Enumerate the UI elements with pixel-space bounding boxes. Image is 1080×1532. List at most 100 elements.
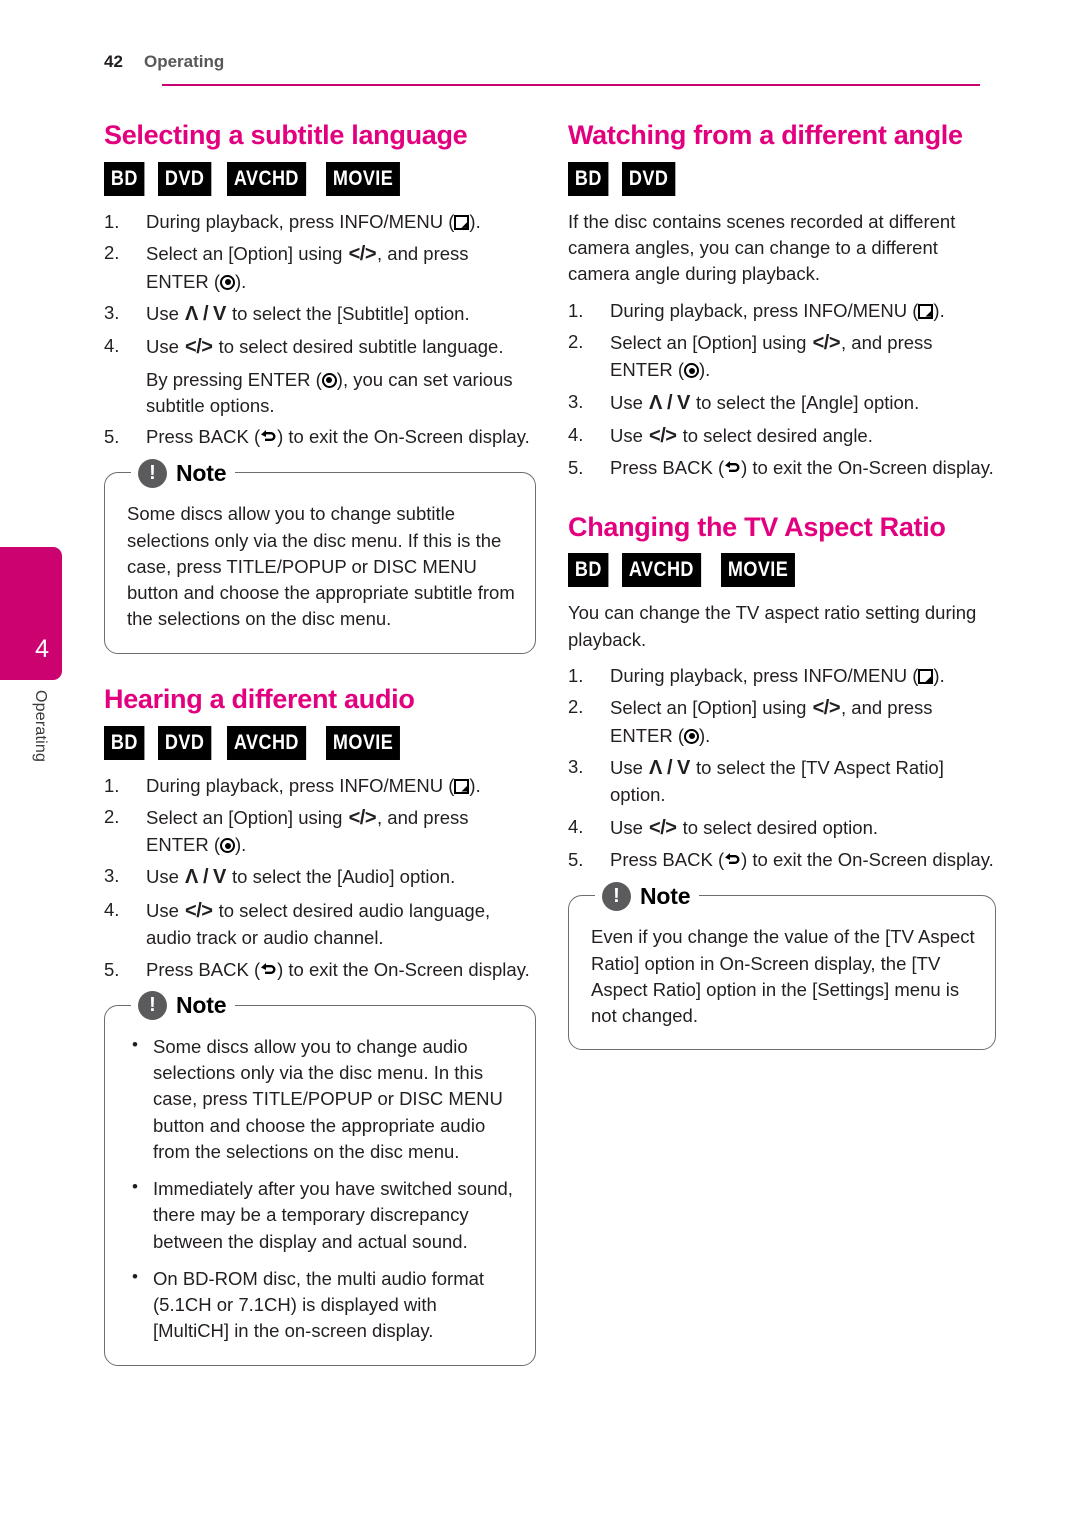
note-bullet-item: Immediately after you have switched soun… xyxy=(127,1175,515,1255)
note-box: ! Note Some discs allow you to change subt… xyxy=(104,456,536,654)
exclamation-icon: ! xyxy=(138,991,167,1021)
step-marker: 3. xyxy=(104,301,120,323)
info-menu-icon xyxy=(918,303,934,319)
up-down-arrows-icon: Λ / V xyxy=(649,756,690,779)
media-badge-row: BD AVCHD MOVIE xyxy=(568,553,996,588)
media-badge-movie: MOVIE xyxy=(325,725,400,760)
left-right-arrows-icon: </> xyxy=(649,424,677,447)
content-section: Selecting a subtitle language BD DVD AVCHD M… xyxy=(104,120,536,654)
media-badge-dvd: DVD xyxy=(158,161,212,196)
step-marker: 3. xyxy=(568,755,584,777)
chapter-side-label-text: Operating xyxy=(32,690,49,763)
step-item: 3. Use Λ / V to select the [Subtitle] opt… xyxy=(104,301,470,325)
step-marker: 2. xyxy=(568,330,584,352)
step-item: 3. Use Λ / V to select the [TV Aspect Rat… xyxy=(568,755,944,806)
step-item: 1. During playback, press INFO/MENU (). xyxy=(568,298,996,324)
left-right-arrows-icon: </> xyxy=(812,331,841,354)
content-section: Watching from a different angle BD DVD If t… xyxy=(568,120,996,482)
step-item: 1. During playback, press INFO/MENU (). xyxy=(104,773,536,799)
info-menu-icon xyxy=(454,778,470,794)
step-item: 4. Use </> to select desired subtitle lan… xyxy=(104,333,536,419)
media-badge-movie: MOVIE xyxy=(325,161,400,196)
step-item: 3. Use Λ / V to select the [Audio] option… xyxy=(104,865,456,889)
chapter-side-tab: 4 xyxy=(0,547,62,680)
note-title: Note xyxy=(176,992,227,1019)
media-badge-dvd: DVD xyxy=(158,725,212,760)
step-marker: 4. xyxy=(568,423,584,445)
left-column: Selecting a subtitle language BD DVD AVCHD M… xyxy=(104,120,536,1366)
content-section: Changing the TV Aspect Ratio BD AVCHD MOVIE… xyxy=(568,512,996,1051)
info-menu-icon xyxy=(454,214,470,230)
section-title: Hearing a different audio xyxy=(104,683,415,714)
media-badge-row: BD DVD xyxy=(568,161,996,196)
step-item: 4. Use </> to select desired option. xyxy=(568,815,879,839)
media-badge-avchd: AVCHD xyxy=(622,553,702,588)
step-item: 2. Select an [Option] using </>, and pres… xyxy=(104,242,469,292)
media-badge-row: BD DVD AVCHD MOVIE xyxy=(104,161,536,196)
media-badge-bd: BD xyxy=(104,161,145,196)
left-right-arrows-icon: </> xyxy=(185,899,213,922)
step-item: 2. Select an [Option] using </>, and pres… xyxy=(568,330,933,381)
note-box: ! Note Even if you change the value of the… xyxy=(568,879,996,1051)
chapter-side-label: Operating xyxy=(0,690,62,767)
enter-icon xyxy=(220,838,235,854)
step-marker: 4. xyxy=(104,898,120,920)
section-title: Watching from a different angle xyxy=(568,120,963,150)
step-list: 1. During playback, press INFO/MENU (). 2.… xyxy=(104,773,536,983)
step-marker: 3. xyxy=(568,390,584,412)
enter-icon xyxy=(321,372,337,388)
media-badge-row: BD DVD AVCHD MOVIE xyxy=(104,725,536,760)
step-item: 4. Use </> to select desired audio langua… xyxy=(104,898,491,949)
step-marker: 2. xyxy=(104,805,120,827)
chapter-number: 4 xyxy=(35,635,49,663)
step-item: 5. Press BACK () to exit the On-Screen di… xyxy=(104,957,536,983)
step-marker: 1. xyxy=(104,210,120,232)
up-down-arrows-icon: Λ / V xyxy=(649,391,690,414)
step-marker: 3. xyxy=(104,865,120,887)
left-right-arrows-icon: </> xyxy=(348,806,377,829)
enter-icon xyxy=(684,363,699,379)
step-marker: 4. xyxy=(568,815,584,837)
page-header: 42 Operating xyxy=(104,52,980,72)
note-box: ! Note Some discs allow you to change audi… xyxy=(104,988,536,1366)
step-marker: 1. xyxy=(568,299,584,321)
step-subtext: By pressing ENTER (), you can set variou… xyxy=(146,368,513,416)
back-icon xyxy=(724,852,741,868)
enter-icon xyxy=(684,728,699,744)
step-list: 1. During playback, press INFO/MENU (). 2.… xyxy=(568,298,996,482)
media-badge-bd: BD xyxy=(568,161,609,196)
page-number: 42 xyxy=(104,52,123,71)
back-icon xyxy=(260,430,277,445)
page-chapter-name: Operating xyxy=(144,52,225,71)
note-bullet-list: Some discs allow you to change audio sel… xyxy=(127,1033,515,1345)
section-title: Changing the TV Aspect Ratio xyxy=(568,511,946,542)
step-marker: 2. xyxy=(568,696,584,718)
step-item: 5. Press BACK () to exit the On-Screen di… xyxy=(568,847,996,873)
enter-icon xyxy=(220,274,235,290)
media-badge-bd: BD xyxy=(104,725,145,760)
step-marker: 2. xyxy=(104,242,120,264)
note-header: ! Note xyxy=(131,988,236,1023)
step-list: 1. During playback, press INFO/MENU (). 2.… xyxy=(568,663,996,873)
left-right-arrows-icon: </> xyxy=(649,816,677,839)
exclamation-icon: ! xyxy=(138,458,167,488)
step-item: 5. Press BACK () to exit the On-Screen di… xyxy=(568,455,996,481)
step-marker: 1. xyxy=(104,774,120,796)
step-list: 1. During playback, press INFO/MENU (). 2.… xyxy=(104,209,536,451)
step-item: 1. During playback, press INFO/MENU (). xyxy=(104,209,536,235)
note-bullet-item: Some discs allow you to change audio sel… xyxy=(127,1033,515,1165)
step-marker: 5. xyxy=(104,426,120,448)
back-icon xyxy=(724,461,741,476)
content-section: Hearing a different audio BD DVD AVCHD MOVIE… xyxy=(104,684,536,1366)
media-badge-dvd: DVD xyxy=(622,161,676,196)
note-header: ! Note xyxy=(595,879,700,914)
media-badge-movie: MOVIE xyxy=(720,553,796,588)
step-item: 1. During playback, press INFO/MENU (). xyxy=(568,663,996,689)
header-rule xyxy=(162,84,980,86)
info-menu-icon xyxy=(918,669,934,685)
left-right-arrows-icon: </> xyxy=(185,336,213,359)
step-marker: 4. xyxy=(104,335,120,357)
step-marker: 5. xyxy=(568,848,584,870)
media-badge-bd: BD xyxy=(568,553,609,588)
section-intro-text: You can change the TV aspect ratio setti… xyxy=(568,602,977,650)
